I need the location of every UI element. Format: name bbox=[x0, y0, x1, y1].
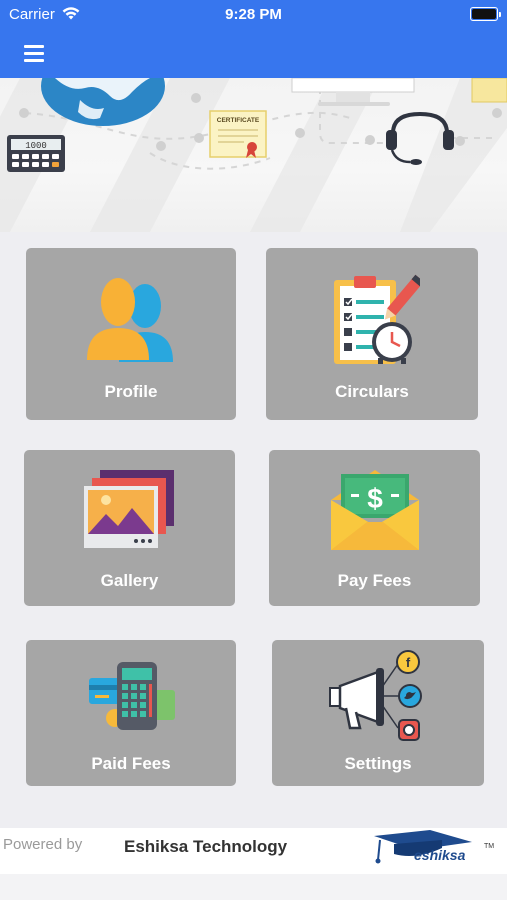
calculator-icon: 1000 bbox=[7, 135, 65, 172]
status-bar: Carrier 9:28 PM bbox=[0, 0, 507, 30]
profile-tile[interactable]: Profile bbox=[26, 248, 236, 420]
circulars-tile[interactable]: Circulars bbox=[266, 248, 478, 420]
instagram-icon bbox=[398, 719, 420, 741]
tile-label-settings: Settings bbox=[344, 754, 412, 773]
bottom-safe-area bbox=[0, 874, 507, 900]
svg-text:1000: 1000 bbox=[25, 141, 47, 151]
facebook-icon: f bbox=[396, 650, 420, 674]
svg-text:eshiksa: eshiksa bbox=[414, 847, 466, 863]
hamburger-menu-icon[interactable] bbox=[24, 43, 46, 63]
pay-fees-tile[interactable]: $ Pay Fees bbox=[269, 450, 480, 606]
megaphone-social-icon: f bbox=[329, 650, 422, 741]
svg-text:TM: TM bbox=[484, 843, 494, 850]
tile-label-paid-fees: Paid Fees bbox=[91, 754, 171, 773]
tile-label-pay-fees: Pay Fees bbox=[337, 571, 412, 590]
users-icon bbox=[87, 278, 173, 362]
company-name: Eshiksa Technology bbox=[124, 837, 288, 856]
status-time: 9:28 PM bbox=[225, 6, 282, 23]
paid-fees-tile[interactable]: Paid Fees bbox=[26, 640, 236, 786]
gallery-tile[interactable]: Gallery bbox=[24, 450, 235, 606]
certificate-icon: CERTIFICATE bbox=[209, 110, 267, 158]
settings-tile[interactable]: f Settings bbox=[272, 640, 484, 786]
tile-label-profile: Profile bbox=[104, 382, 158, 401]
footer: Powered by Eshiksa Technology eshiksa TM bbox=[0, 828, 507, 874]
photos-icon bbox=[83, 470, 174, 548]
svg-text:CERTIFICATE: CERTIFICATE bbox=[217, 117, 260, 124]
svg-text:f: f bbox=[406, 655, 411, 670]
monitor-icon bbox=[291, 78, 415, 106]
header-banner: 1000 CERTIFICATE bbox=[0, 78, 507, 232]
powered-by-label: Powered by bbox=[3, 836, 83, 853]
twitter-icon bbox=[398, 684, 422, 708]
battery-icon bbox=[470, 7, 501, 21]
navigation-bar bbox=[0, 30, 507, 78]
svg-text:$: $ bbox=[367, 483, 383, 514]
tile-label-gallery: Gallery bbox=[100, 571, 159, 590]
clipboard-clock-icon bbox=[334, 274, 420, 364]
payment-calculator-icon bbox=[89, 662, 175, 730]
eshiksa-logo: eshiksa TM bbox=[374, 830, 494, 864]
money-envelope-icon: $ bbox=[330, 470, 419, 550]
tile-label-circulars: Circulars bbox=[335, 382, 409, 401]
